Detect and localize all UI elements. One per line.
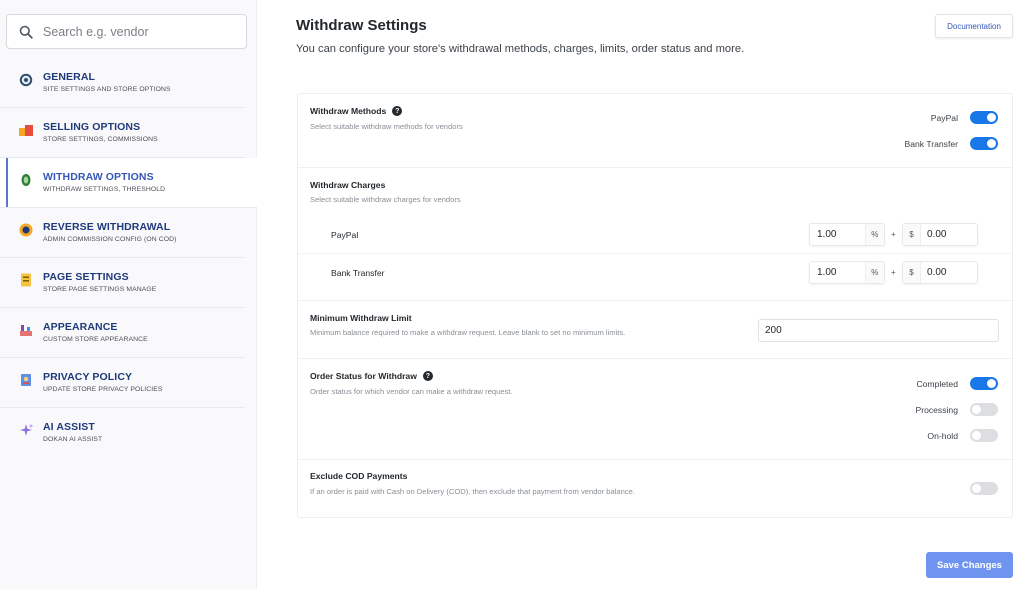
paypal-method-label: PayPal <box>930 113 958 123</box>
exclude-cod-toggle[interactable] <box>970 482 998 495</box>
percent-unit: % <box>864 224 884 245</box>
bank-transfer-fixed-field[interactable]: $ 0.00 <box>902 261 978 284</box>
completed-status-label: Completed <box>916 379 958 389</box>
paypal-percent-field[interactable]: 1.00 % <box>809 223 885 246</box>
minimum-limit-description: Minimum balance required to make a withd… <box>310 328 626 337</box>
sidebar-item-title: AI ASSIST <box>43 421 95 433</box>
order-status-description: Order status for which vendor can make a… <box>310 387 513 396</box>
privacy-icon <box>18 372 34 388</box>
exclude-cod-description: If an order is paid with Cash on Deliver… <box>310 487 635 496</box>
plus-sign: + <box>891 268 896 277</box>
sidebar-item-subtitle: DOKAN AI ASSIST <box>43 436 103 443</box>
sidebar-item-subtitle: STORE PAGE SETTINGS MANAGE <box>43 286 157 293</box>
sidebar-item-privacy-policy[interactable]: PRIVACY POLICY UPDATE STORE PRIVACY POLI… <box>0 358 245 408</box>
sidebar-item-title: REVERSE WITHDRAWAL <box>43 221 171 233</box>
order-status-title: Order Status for Withdraw <box>310 371 417 381</box>
on-hold-status-toggle[interactable] <box>970 429 998 442</box>
withdraw-methods-section: Withdraw Methods ? Select suitable withd… <box>298 94 1012 168</box>
sidebar-item-subtitle: STORE SETTINGS, COMMISSIONS <box>43 136 158 143</box>
completed-status-toggle[interactable] <box>970 377 998 390</box>
sidebar-item-subtitle: SITE SETTINGS AND STORE OPTIONS <box>43 86 171 93</box>
paypal-fixed-field[interactable]: $ 0.00 <box>902 223 978 246</box>
paypal-method-toggle[interactable] <box>970 111 998 124</box>
sidebar-item-title: APPEARANCE <box>43 321 118 333</box>
sidebar-item-title: SELLING OPTIONS <box>43 121 141 133</box>
page-title: Withdraw Settings <box>296 17 427 34</box>
percent-value: 1.00 <box>817 267 837 278</box>
sidebar-item-subtitle: ADMIN COMMISSION CONFIG (ON COD) <box>43 236 177 243</box>
minimum-limit-title: Minimum Withdraw Limit <box>310 313 412 323</box>
processing-status-label: Processing <box>915 405 958 415</box>
sidebar-item-subtitle: CUSTOM STORE APPEARANCE <box>43 336 148 343</box>
currency-unit: $ <box>903 262 921 283</box>
store-icon <box>18 122 34 138</box>
currency-unit: $ <box>903 224 921 245</box>
sidebar-item-subtitle: WITHDRAW SETTINGS, THRESHOLD <box>43 186 166 193</box>
withdraw-settings-panel: Withdraw Methods ? Select suitable withd… <box>297 93 1013 518</box>
exclude-cod-section: Exclude COD Payments If an order is paid… <box>298 460 1012 517</box>
help-icon[interactable]: ? <box>422 371 433 381</box>
sidebar-item-selling-options[interactable]: SELLING OPTIONS STORE SETTINGS, COMMISSI… <box>0 108 245 158</box>
exclude-cod-title: Exclude COD Payments <box>310 471 408 481</box>
sidebar-item-withdraw-options[interactable]: WITHDRAW OPTIONS WITHDRAW SETTINGS, THRE… <box>0 158 257 208</box>
bank-transfer-percent-field[interactable]: 1.00 % <box>809 261 885 284</box>
sidebar-item-reverse-withdrawal[interactable]: REVERSE WITHDRAWAL ADMIN COMMISSION CONF… <box>0 208 245 258</box>
page-icon <box>18 272 34 288</box>
minimum-limit-input[interactable]: 200 <box>758 319 999 342</box>
sidebar-item-subtitle: UPDATE STORE PRIVACY POLICIES <box>43 386 163 393</box>
percent-value: 1.00 <box>817 229 837 240</box>
documentation-button[interactable]: Documentation <box>935 14 1013 38</box>
settings-menu: GENERAL SITE SETTINGS AND STORE OPTIONS … <box>0 58 257 458</box>
order-status-section: Order Status for Withdraw ? Order status… <box>298 359 1012 460</box>
sidebar-item-title: PAGE SETTINGS <box>43 271 129 283</box>
withdraw-charges-description: Select suitable withdraw charges for ven… <box>310 195 461 204</box>
withdraw-charges-section: Withdraw Charges Select suitable withdra… <box>298 168 1012 301</box>
sidebar-item-general[interactable]: GENERAL SITE SETTINGS AND STORE OPTIONS <box>0 58 245 108</box>
sparkle-icon <box>18 422 34 438</box>
coin-icon <box>18 222 34 238</box>
bank-transfer-charge-label: Bank Transfer <box>331 268 385 278</box>
on-hold-status-label: On-hold <box>927 431 958 441</box>
fixed-value: 0.00 <box>927 267 947 278</box>
sidebar-item-appearance[interactable]: APPEARANCE CUSTOM STORE APPEARANCE <box>0 308 245 358</box>
fixed-value: 0.00 <box>927 229 947 240</box>
minimum-limit-section: Minimum Withdraw Limit Minimum balance r… <box>298 301 1012 359</box>
withdraw-charges-title: Withdraw Charges <box>310 180 386 190</box>
sidebar-item-page-settings[interactable]: PAGE SETTINGS STORE PAGE SETTINGS MANAGE <box>0 258 245 308</box>
search-box[interactable] <box>6 14 247 49</box>
gear-icon <box>18 72 34 88</box>
search-icon <box>19 25 33 39</box>
help-icon[interactable]: ? <box>392 106 403 116</box>
paypal-charge-label: PayPal <box>331 230 359 240</box>
page-description: You can configure your store's withdrawa… <box>296 43 745 55</box>
withdraw-methods-description: Select suitable withdraw methods for ven… <box>310 122 463 131</box>
sidebar-item-title: PRIVACY POLICY <box>43 371 133 383</box>
bank-transfer-method-toggle[interactable] <box>970 137 998 150</box>
sidebar-item-ai-assist[interactable]: AI ASSIST DOKAN AI ASSIST <box>0 408 245 458</box>
processing-status-toggle[interactable] <box>970 403 998 416</box>
search-input[interactable] <box>43 24 233 39</box>
withdraw-methods-title: Withdraw Methods <box>310 106 387 116</box>
percent-unit: % <box>864 262 884 283</box>
sidebar-item-title: WITHDRAW OPTIONS <box>43 171 154 183</box>
bank-transfer-method-label: Bank Transfer <box>904 139 959 149</box>
settings-sidebar: GENERAL SITE SETTINGS AND STORE OPTIONS … <box>0 0 257 589</box>
palette-icon <box>18 322 34 338</box>
wallet-icon <box>18 172 34 188</box>
sidebar-item-title: GENERAL <box>43 71 96 83</box>
save-changes-button[interactable]: Save Changes <box>926 552 1013 578</box>
plus-sign: + <box>891 230 896 239</box>
